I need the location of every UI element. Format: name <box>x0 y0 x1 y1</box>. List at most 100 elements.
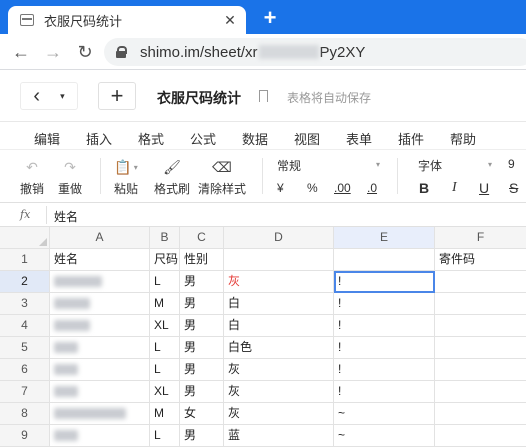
row-header[interactable]: 2 <box>0 271 50 293</box>
menu-help[interactable]: 帮助 <box>450 129 476 148</box>
cell-f7[interactable] <box>435 381 526 403</box>
back-dropdown-button[interactable]: ‹ ▾ <box>20 82 78 110</box>
cell-f8[interactable] <box>435 403 526 425</box>
cell-a3[interactable] <box>50 293 150 315</box>
cell-f3[interactable] <box>435 293 526 315</box>
cell-a6[interactable] <box>50 359 150 381</box>
format-painter-button[interactable]: 🖌 格式刷 <box>154 158 190 197</box>
cell-e9[interactable]: ~ <box>334 425 435 447</box>
row-header[interactable]: 6 <box>0 359 50 381</box>
italic-button[interactable]: I <box>452 180 457 196</box>
cell-d8[interactable]: 灰 <box>224 403 334 425</box>
column-header-b[interactable]: B <box>150 227 180 249</box>
cell-a2[interactable] <box>50 271 150 293</box>
cell-e3[interactable]: ! <box>334 293 435 315</box>
cell-c6[interactable]: 男 <box>180 359 224 381</box>
menu-edit[interactable]: 编辑 <box>34 129 60 148</box>
cell-d5[interactable]: 白色 <box>224 337 334 359</box>
new-tab-button[interactable]: + <box>258 5 282 30</box>
decimal-remove-button[interactable]: .0 <box>367 181 377 195</box>
cell-a5[interactable] <box>50 337 150 359</box>
cell-b2[interactable]: L <box>150 271 180 293</box>
forward-arrow-icon[interactable]: → <box>42 41 64 63</box>
menu-plugin[interactable]: 插件 <box>398 129 424 148</box>
menu-format[interactable]: 格式 <box>138 129 164 148</box>
reload-icon[interactable]: ↻ <box>74 41 96 63</box>
cell-f1[interactable]: 寄件码 <box>435 249 526 271</box>
cell-c8[interactable]: 女 <box>180 403 224 425</box>
cell-e6[interactable]: ! <box>334 359 435 381</box>
browser-tab[interactable]: 衣服尺码统计 ✕ <box>8 6 246 34</box>
undo-button[interactable]: ↶ 撤销 <box>20 158 44 197</box>
cell-f4[interactable] <box>435 315 526 337</box>
currency-button[interactable]: ¥ <box>277 181 284 195</box>
column-header-c[interactable]: C <box>180 227 224 249</box>
percent-button[interactable]: % <box>307 181 318 195</box>
cell-d7[interactable]: 灰 <box>224 381 334 403</box>
redo-button[interactable]: ↷ 重做 <box>58 158 82 197</box>
formula-input[interactable]: 姓名 <box>54 208 78 225</box>
cell-d1[interactable] <box>224 249 334 271</box>
clear-format-button[interactable]: ⌫ 清除样式 <box>198 158 246 197</box>
cell-f2[interactable] <box>435 271 526 293</box>
number-format-select[interactable]: 常规 <box>277 157 301 174</box>
menu-view[interactable]: 视图 <box>294 129 320 148</box>
row-header[interactable]: 3 <box>0 293 50 315</box>
cell-e1[interactable] <box>334 249 435 271</box>
menu-insert[interactable]: 插入 <box>86 129 112 148</box>
cell-a9[interactable] <box>50 425 150 447</box>
paste-button[interactable]: 📋 ▾ 粘贴 <box>114 158 138 197</box>
row-header[interactable]: 8 <box>0 403 50 425</box>
url-input[interactable]: shimo.im/sheet/xr Py2XY <box>104 38 526 66</box>
underline-button[interactable]: U <box>479 180 489 196</box>
document-title[interactable]: 衣服尺码统计 <box>157 88 241 108</box>
cell-b9[interactable]: L <box>150 425 180 447</box>
cell-d3[interactable]: 白 <box>224 293 334 315</box>
column-header-a[interactable]: A <box>50 227 150 249</box>
cell-c9[interactable]: 男 <box>180 425 224 447</box>
cell-a8[interactable] <box>50 403 150 425</box>
cell-c5[interactable]: 男 <box>180 337 224 359</box>
menu-form[interactable]: 表单 <box>346 129 372 148</box>
cell-e2-selected[interactable]: ! <box>334 271 435 293</box>
cell-c1[interactable]: 性别 <box>180 249 224 271</box>
row-header[interactable]: 5 <box>0 337 50 359</box>
cell-c4[interactable]: 男 <box>180 315 224 337</box>
cell-f6[interactable] <box>435 359 526 381</box>
cell-e7[interactable]: ! <box>334 381 435 403</box>
cell-a7[interactable] <box>50 381 150 403</box>
cell-d4[interactable]: 白 <box>224 315 334 337</box>
select-all-corner[interactable] <box>0 227 50 249</box>
cell-f5[interactable] <box>435 337 526 359</box>
row-header[interactable]: 7 <box>0 381 50 403</box>
menu-formula[interactable]: 公式 <box>190 129 216 148</box>
bold-button[interactable]: B <box>419 180 429 196</box>
column-header-f[interactable]: F <box>435 227 526 249</box>
cell-c3[interactable]: 男 <box>180 293 224 315</box>
row-header[interactable]: 4 <box>0 315 50 337</box>
font-size-select[interactable]: 9 <box>508 157 515 171</box>
cell-d9[interactable]: 蓝 <box>224 425 334 447</box>
cell-b3[interactable]: M <box>150 293 180 315</box>
back-arrow-icon[interactable]: ← <box>10 41 32 63</box>
cell-c7[interactable]: 男 <box>180 381 224 403</box>
cell-d2[interactable]: 灰 <box>224 271 334 293</box>
cell-a1[interactable]: 姓名 <box>50 249 150 271</box>
cell-c2[interactable]: 男 <box>180 271 224 293</box>
cell-b4[interactable]: XL <box>150 315 180 337</box>
cell-e8[interactable]: ~ <box>334 403 435 425</box>
row-header[interactable]: 9 <box>0 425 50 447</box>
cell-b8[interactable]: M <box>150 403 180 425</box>
column-header-e[interactable]: E <box>334 227 435 249</box>
decimal-add-button[interactable]: .00 <box>334 181 351 195</box>
bookmark-icon[interactable] <box>259 90 268 102</box>
menu-data[interactable]: 数据 <box>242 129 268 148</box>
cell-b1[interactable]: 尺码 <box>150 249 180 271</box>
column-header-d[interactable]: D <box>224 227 334 249</box>
cell-f9[interactable] <box>435 425 526 447</box>
close-tab-icon[interactable]: ✕ <box>220 10 240 30</box>
cell-b7[interactable]: XL <box>150 381 180 403</box>
cell-e5[interactable]: ! <box>334 337 435 359</box>
font-family-select[interactable]: 字体 <box>418 157 442 174</box>
row-header[interactable]: 1 <box>0 249 50 271</box>
